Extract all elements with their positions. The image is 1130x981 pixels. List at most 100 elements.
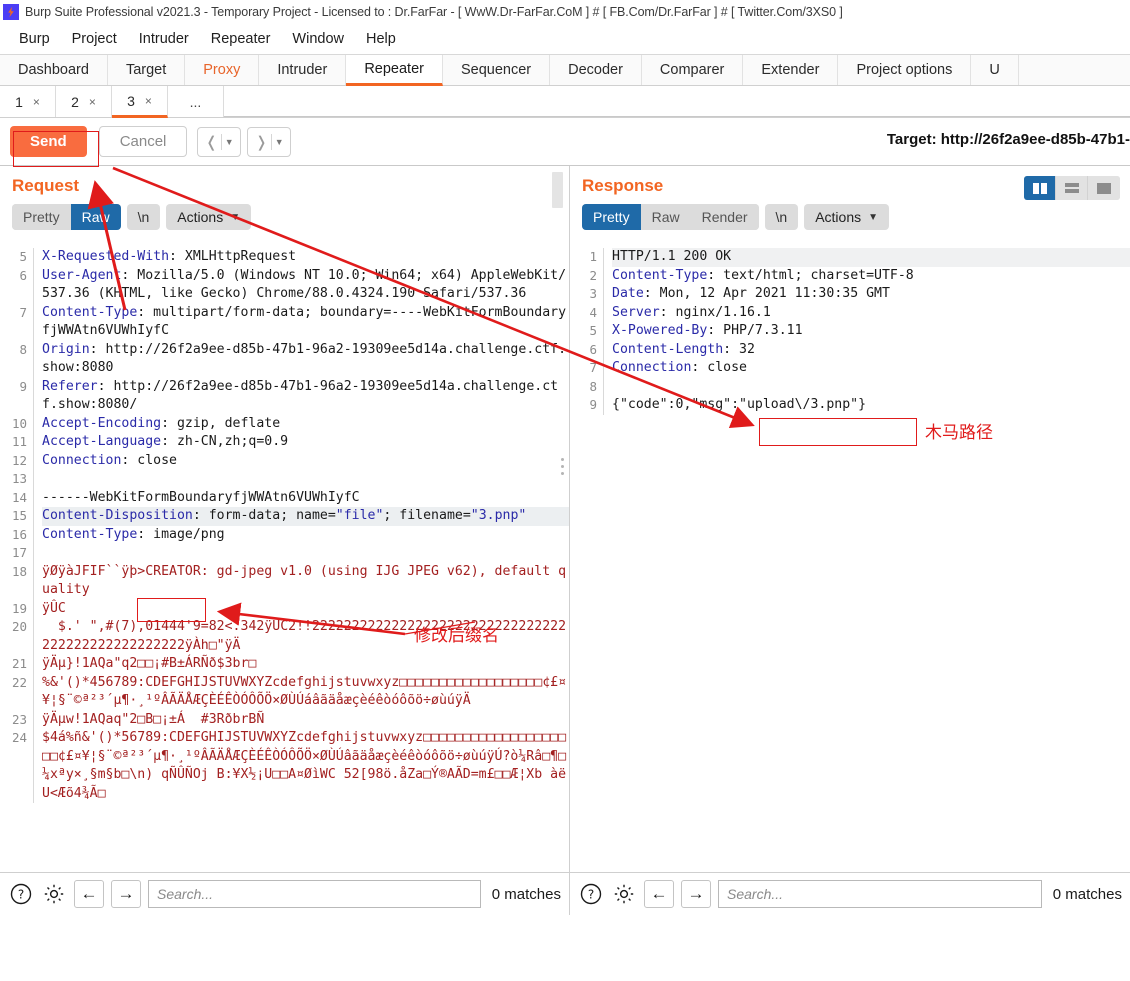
window-title: Burp Suite Professional v2021.3 - Tempor… — [25, 5, 843, 19]
arrow-right-icon[interactable]: → — [111, 880, 141, 908]
repeater-tab-2[interactable]: 2 × — [56, 86, 112, 117]
response-tab-raw[interactable]: Raw — [640, 204, 691, 230]
line-number: 13 — [11, 471, 27, 486]
menu-item-repeater[interactable]: Repeater — [200, 28, 282, 50]
tab-project-options[interactable]: Project options — [838, 55, 972, 85]
arrow-left-icon[interactable]: ← — [644, 880, 674, 908]
menu-item-project[interactable]: Project — [61, 28, 128, 50]
line-number: 16 — [11, 526, 27, 542]
tab-user-options[interactable]: U — [971, 55, 1019, 85]
line-number: 19 — [11, 600, 27, 616]
single-pane-icon[interactable] — [1088, 176, 1120, 200]
gear-icon[interactable] — [41, 881, 67, 907]
line-number: 1 — [589, 249, 597, 264]
line-number: 2 — [589, 267, 597, 283]
request-title: Request — [12, 176, 80, 195]
chevron-down-icon: ▼ — [230, 211, 241, 223]
repeater-tab-more[interactable]: ... — [168, 86, 224, 117]
response-editor[interactable]: 1 2 3 4 5 6 7 8 9 HTTP/1.1 200 OK Content-Type: t… — [570, 248, 1130, 872]
arrow-left-icon[interactable]: ← — [74, 880, 104, 908]
response-search-input[interactable] — [718, 880, 1042, 908]
tab-intruder[interactable]: Intruder — [259, 55, 347, 85]
repeater-tab-3[interactable]: 3 × — [112, 86, 168, 118]
repeater-tab-3-label: 3 — [127, 92, 135, 109]
menubar: Burp Project Intruder Repeater Window He… — [0, 24, 1130, 54]
line-number: 3 — [589, 286, 597, 301]
panel-resize-handle[interactable] — [561, 458, 564, 475]
line-number: 18 — [11, 563, 27, 579]
close-icon[interactable]: × — [33, 95, 40, 109]
tab-extender[interactable]: Extender — [743, 55, 839, 85]
request-actions-button[interactable]: Actions ▼ — [166, 204, 252, 230]
request-newline-toggle[interactable]: \n — [126, 204, 161, 230]
tab-comparer[interactable]: Comparer — [641, 55, 744, 85]
code-line: X-Powered-By: PHP/7.3.11 — [612, 323, 803, 338]
request-actions-label: Actions — [177, 209, 224, 225]
chevron-down-icon[interactable]: ▼ — [225, 137, 234, 147]
window-titlebar: Burp Suite Professional v2021.3 - Tempor… — [0, 0, 1130, 24]
repeater-panels: Request Pretty Raw \n Actions ▼ 5 6 7 8 9 10 1… — [0, 166, 1130, 872]
next-request-button[interactable]: ❭ ▼ — [247, 126, 292, 157]
repeater-tab-2-label: 2 — [71, 93, 79, 110]
tab-sequencer[interactable]: Sequencer — [442, 55, 551, 85]
code-line: $4á%ñ&'()*56789:CDEFGHIJSTUVWXYZcdefghij… — [42, 730, 567, 801]
close-icon[interactable]: × — [145, 94, 152, 108]
split-vertical-icon[interactable] — [1024, 176, 1056, 200]
code-line: Referer: http://26f2a9ee-d85b-47b1-96a2-… — [42, 378, 559, 413]
chevron-down-icon: ▼ — [868, 211, 879, 223]
code-line: Accept-Language: zh-CN,zh;q=0.9 — [42, 434, 289, 449]
menu-item-burp[interactable]: Burp — [8, 28, 61, 50]
code-line: $.' ",#(7),01444'9=82<.342ÿÛC2!!22222222… — [42, 619, 567, 653]
request-content[interactable]: X-Requested-With: XMLHttpRequest User-Age… — [34, 248, 569, 803]
line-number: 17 — [11, 545, 27, 560]
tab-proxy[interactable]: Proxy — [185, 55, 260, 85]
response-match-count: 0 matches — [1052, 885, 1122, 903]
response-status-bar: ? ← → 0 matches — [570, 873, 1130, 915]
status-bars: ? ← → 0 matches ? ← → 0 matches — [0, 872, 1130, 915]
menu-item-help[interactable]: Help — [355, 28, 407, 50]
tab-decoder[interactable]: Decoder — [550, 55, 642, 85]
line-number: 12 — [11, 452, 27, 468]
response-content[interactable]: HTTP/1.1 200 OK Content-Type: text/html; … — [604, 248, 1130, 415]
code-line: Content-Type: text/html; charset=UTF-8 — [612, 267, 914, 283]
cancel-button[interactable]: Cancel — [98, 126, 188, 157]
help-circle-icon[interactable]: ? — [578, 881, 604, 907]
request-view-toggle: Pretty Raw — [12, 204, 121, 230]
request-scrollbar-thumb[interactable] — [552, 172, 563, 208]
response-tab-render[interactable]: Render — [690, 204, 759, 230]
request-editor[interactable]: 5 6 7 8 9 10 11 12 13 14 15 16 17 18 19 20 21 22 23 24 X-Re… — [0, 248, 569, 872]
menu-item-window[interactable]: Window — [281, 28, 355, 50]
request-panel: Request Pretty Raw \n Actions ▼ 5 6 7 8 9 10 1… — [0, 166, 570, 872]
chevron-down-icon[interactable]: ▼ — [275, 137, 284, 147]
response-actions-button[interactable]: Actions ▼ — [804, 204, 890, 230]
request-tab-pretty[interactable]: Pretty — [12, 204, 71, 230]
request-line-numbers: 5 6 7 8 9 10 11 12 13 14 15 16 17 18 19 20 21 22 23 24 — [0, 248, 34, 803]
response-newline-toggle[interactable]: \n — [764, 204, 799, 230]
tab-repeater[interactable]: Repeater — [346, 55, 443, 86]
gear-icon[interactable] — [611, 881, 637, 907]
code-line: Content-Type: image/png — [42, 526, 225, 542]
request-tab-raw[interactable]: Raw — [70, 204, 121, 230]
send-button[interactable]: Send — [10, 126, 87, 157]
close-icon[interactable]: × — [89, 95, 96, 109]
code-line: Server: nginx/1.16.1 — [612, 304, 771, 320]
target-url-label: Target: http://26f2a9ee-d85b-47b1- — [886, 131, 1130, 148]
response-tab-pretty[interactable]: Pretty — [582, 204, 641, 230]
tab-dashboard[interactable]: Dashboard — [0, 55, 108, 85]
help-circle-icon[interactable]: ? — [8, 881, 34, 907]
repeater-tab-1[interactable]: 1 × — [0, 86, 56, 117]
prev-request-button[interactable]: ❬ ▼ — [197, 126, 242, 157]
split-horizontal-icon[interactable] — [1056, 176, 1088, 200]
repeater-tab-bar: 1 × 2 × 3 × ... — [0, 86, 1130, 118]
menu-item-intruder[interactable]: Intruder — [128, 28, 200, 50]
main-tab-bar: Dashboard Target Proxy Intruder Repeater… — [0, 54, 1130, 86]
arrow-right-icon[interactable]: → — [681, 880, 711, 908]
request-search-input[interactable] — [148, 880, 481, 908]
code-line: X-Requested-With: XMLHttpRequest — [42, 249, 297, 264]
tab-target[interactable]: Target — [107, 55, 186, 85]
code-line: ÿÄµw!1AQaq"2□B□¡±Á #3RðbrBÑ — [42, 711, 265, 727]
code-line: User-Agent: Mozilla/5.0 (Windows NT 10.0… — [42, 267, 567, 302]
